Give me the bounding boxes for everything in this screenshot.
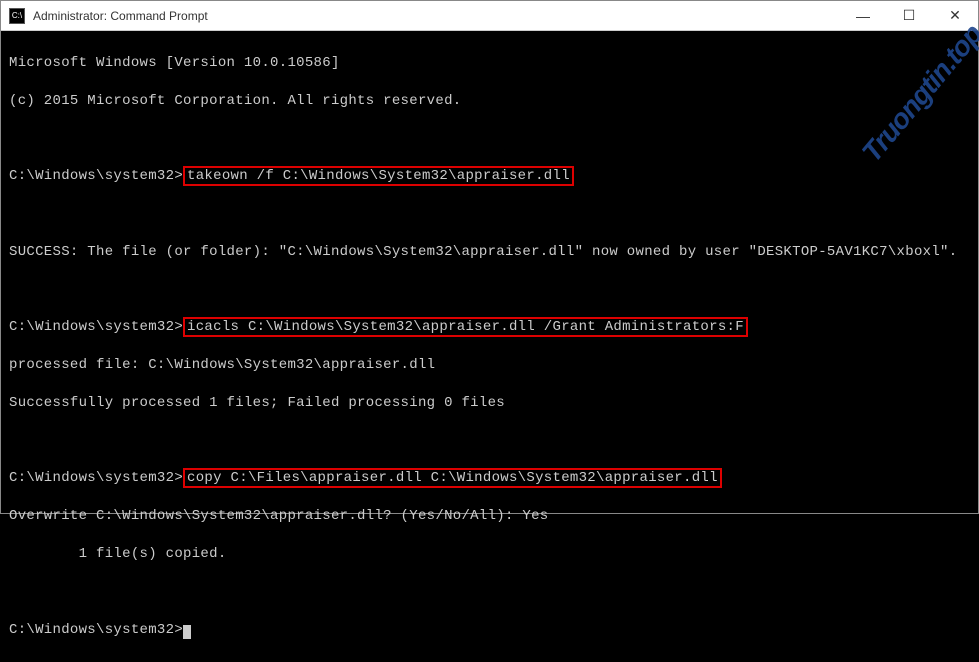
terminal-line: Microsoft Windows [Version 10.0.10586] [9,54,970,73]
prompt-text: C:\Windows\system32> [9,319,183,335]
terminal-line: SUCCESS: The file (or folder): "C:\Windo… [9,243,970,262]
terminal-line [9,281,970,300]
terminal-line: C:\Windows\system32> [9,621,970,640]
window-title: Administrator: Command Prompt [33,9,840,23]
terminal-line [9,583,970,602]
highlighted-command-3: copy C:\Files\appraiser.dll C:\Windows\S… [183,468,722,488]
terminal-line [9,205,970,224]
highlighted-command-1: takeown /f C:\Windows\System32\appraiser… [183,166,574,186]
prompt-text: C:\Windows\system32> [9,622,183,638]
terminal-content[interactable]: Microsoft Windows [Version 10.0.10586] (… [1,31,978,662]
minimize-button[interactable]: — [840,1,886,31]
terminal-line: (c) 2015 Microsoft Corporation. All righ… [9,92,970,111]
window-titlebar: C:\ Administrator: Command Prompt — ☐ ✕ [1,1,978,31]
highlighted-command-2: icacls C:\Windows\System32\appraiser.dll… [183,317,748,337]
maximize-button[interactable]: ☐ [886,1,932,31]
titlebar-icon: C:\ [9,8,25,24]
terminal-line: C:\Windows\system32>icacls C:\Windows\Sy… [9,318,970,337]
terminal-line [9,129,970,148]
terminal-line: 1 file(s) copied. [9,545,970,564]
terminal-line [9,432,970,451]
prompt-text: C:\Windows\system32> [9,168,183,184]
terminal-line: C:\Windows\system32>copy C:\Files\apprai… [9,469,970,488]
prompt-text: C:\Windows\system32> [9,470,183,486]
terminal-line: Overwrite C:\Windows\System32\appraiser.… [9,507,970,526]
terminal-line: processed file: C:\Windows\System32\appr… [9,356,970,375]
terminal-line: Successfully processed 1 files; Failed p… [9,394,970,413]
terminal-line: C:\Windows\system32>takeown /f C:\Window… [9,167,970,186]
cursor [183,625,191,639]
